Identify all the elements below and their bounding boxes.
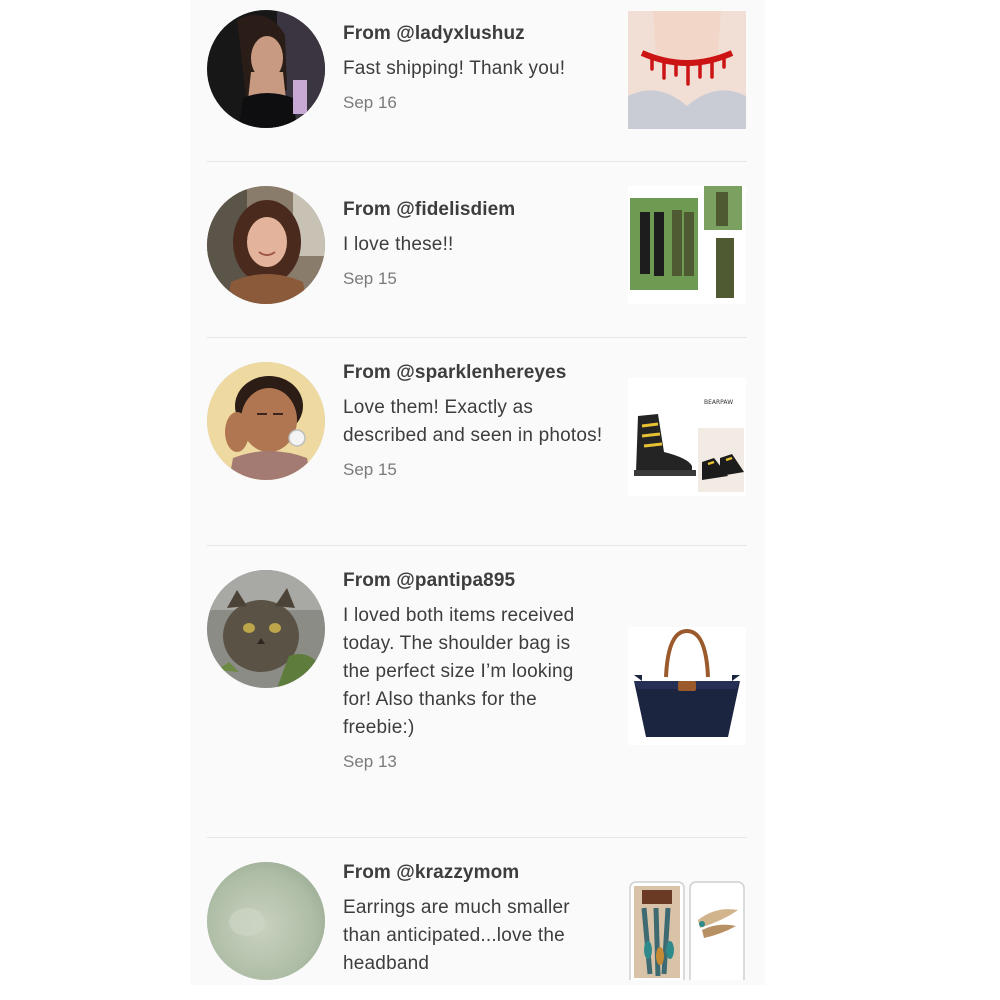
product-thumbnail[interactable] — [628, 186, 746, 304]
product-thumbnail[interactable] — [628, 11, 746, 129]
reviewer-handle[interactable]: From @krazzymom — [343, 859, 613, 887]
reviewer-handle[interactable]: From @sparklenhereyes — [343, 359, 613, 387]
divider — [207, 837, 747, 838]
divider — [207, 545, 747, 546]
review-message: Earrings are much smaller than anticipat… — [343, 897, 570, 974]
reviewer-handle[interactable]: From @fidelisdiem — [343, 196, 613, 224]
svg-text:BEARPAW: BEARPAW — [704, 399, 733, 406]
review-date: Sep 16 — [343, 93, 397, 112]
user-avatar[interactable] — [207, 186, 325, 304]
user-avatar[interactable] — [207, 10, 325, 128]
review-message: Love them! Exactly as described and seen… — [343, 397, 603, 446]
divider — [207, 337, 747, 338]
reviewer-handle[interactable]: From @pantipa895 — [343, 567, 613, 595]
user-avatar[interactable] — [207, 570, 325, 688]
review-message: I loved both items received today. The s… — [343, 605, 575, 738]
review-message: Fast shipping! Thank you! — [343, 58, 566, 79]
review-date: Sep 15 — [343, 269, 397, 288]
reviews-list: From @ladyxlushuz Fast shipping! Thank y… — [190, 0, 765, 985]
review-date: Sep 13 — [343, 752, 397, 771]
review-message: I love these!! — [343, 234, 454, 255]
product-thumbnail[interactable]: BEARPAW — [628, 378, 746, 496]
reviewer-handle[interactable]: From @ladyxlushuz — [343, 20, 613, 48]
user-avatar[interactable] — [207, 862, 325, 980]
user-avatar[interactable] — [207, 362, 325, 480]
product-thumbnail[interactable] — [628, 627, 746, 745]
product-thumbnail[interactable] — [628, 880, 746, 980]
review-date: Sep 15 — [343, 460, 397, 479]
divider — [207, 161, 747, 162]
